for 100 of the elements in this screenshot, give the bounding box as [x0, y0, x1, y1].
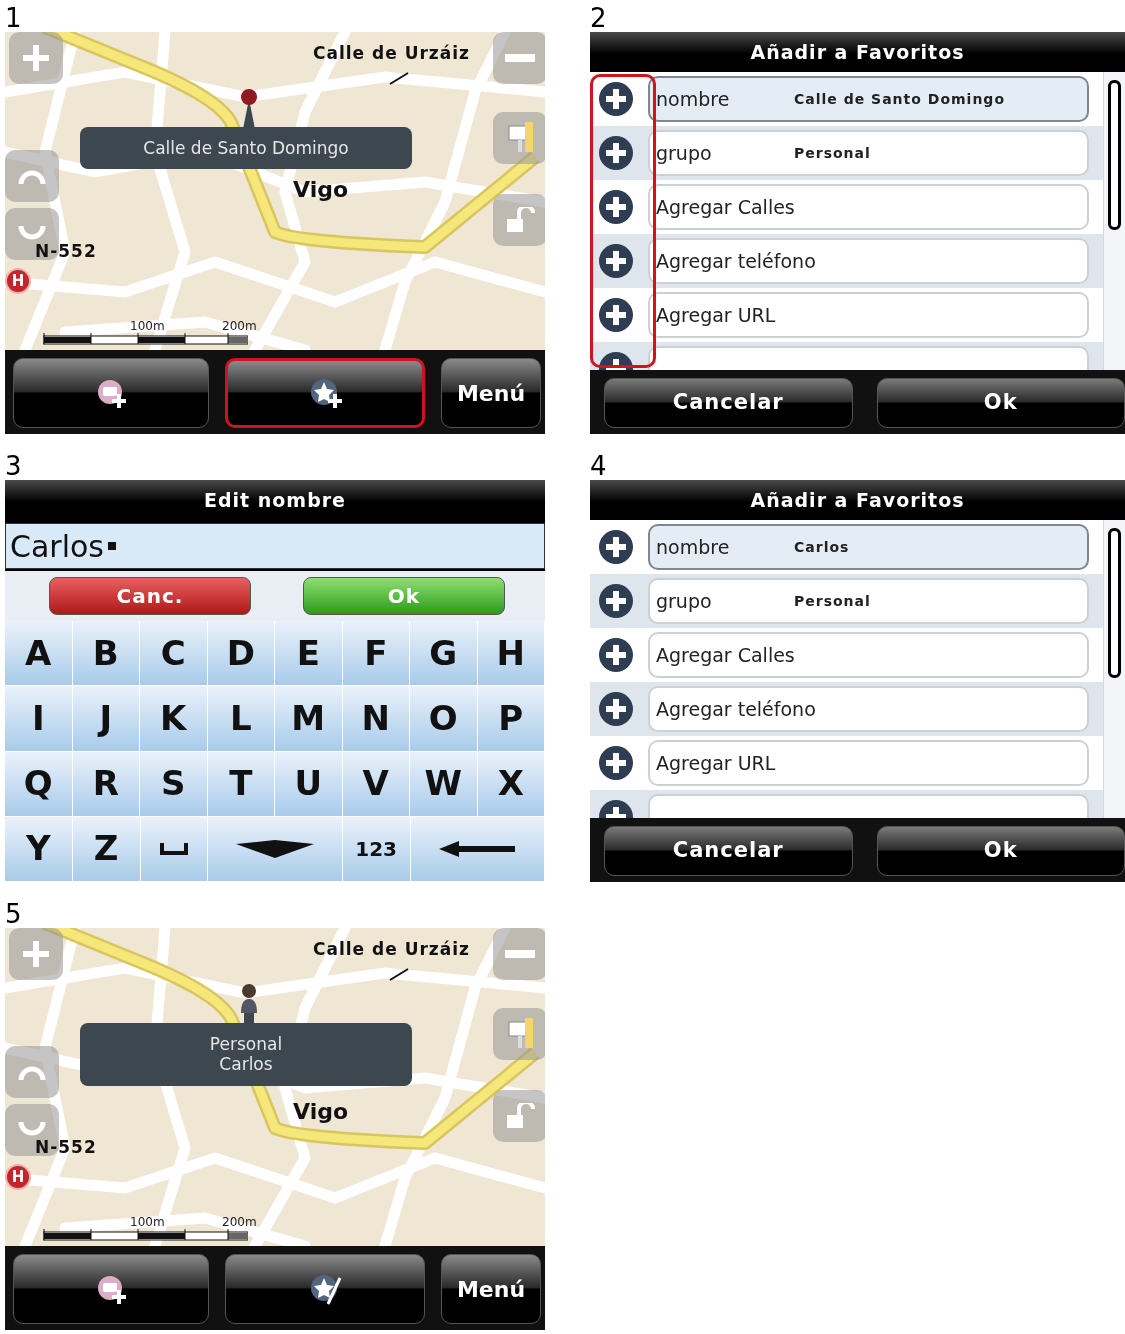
- add-poi-button[interactable]: [13, 1254, 209, 1324]
- star-slash-icon: [308, 1272, 342, 1306]
- popup-text: Carlos: [219, 1054, 273, 1075]
- add-poi-button[interactable]: [13, 358, 209, 428]
- field-value: Personal: [794, 591, 871, 611]
- key[interactable]: F: [342, 621, 410, 687]
- plus-circle-icon[interactable]: [598, 529, 634, 565]
- key[interactable]: L: [207, 686, 275, 752]
- hide-keyboard-key[interactable]: [208, 816, 343, 882]
- key[interactable]: D: [207, 621, 275, 687]
- plus-circle-icon[interactable]: [598, 135, 634, 171]
- space-key[interactable]: [140, 816, 209, 882]
- key[interactable]: O: [410, 686, 478, 752]
- scrollbar-thumb[interactable]: [1108, 528, 1121, 678]
- cancel-button[interactable]: Cancelar: [604, 378, 853, 428]
- form-field[interactable]: grupo Personal: [648, 130, 1089, 176]
- field-label: grupo: [656, 140, 713, 166]
- plus-icon: [21, 43, 51, 73]
- form-field[interactable]: Agregar Calles: [648, 184, 1089, 230]
- ok-button[interactable]: Ok: [876, 826, 1125, 876]
- scale-label: 100m: [130, 318, 165, 335]
- plus-circle-icon[interactable]: [598, 745, 634, 781]
- form-field[interactable]: Agregar teléfono: [648, 238, 1089, 284]
- street-label: Calle de Urzáiz: [313, 940, 470, 959]
- plus-circle-icon[interactable]: [598, 583, 634, 619]
- backspace-key[interactable]: [410, 816, 545, 882]
- key[interactable]: I: [5, 686, 73, 752]
- key[interactable]: Q: [5, 751, 73, 817]
- star-plus-icon: [308, 376, 342, 410]
- city-label: Vigo: [293, 1100, 349, 1125]
- form-field[interactable]: Agregar URL: [648, 740, 1089, 786]
- plus-circle-icon[interactable]: [598, 81, 634, 117]
- step-number: 4: [590, 452, 607, 480]
- key[interactable]: G: [410, 621, 478, 687]
- scale-label: 200m: [222, 318, 257, 335]
- key[interactable]: S: [140, 751, 208, 817]
- step-number: 2: [590, 4, 607, 32]
- key[interactable]: Z: [72, 816, 141, 882]
- plus-circle-icon[interactable]: [598, 243, 634, 279]
- minus-icon: [505, 54, 535, 62]
- scrollbar[interactable]: [1103, 72, 1125, 370]
- key[interactable]: R: [72, 751, 140, 817]
- key[interactable]: V: [342, 751, 410, 817]
- key[interactable]: P: [477, 686, 545, 752]
- key[interactable]: N: [342, 686, 410, 752]
- step-number: 3: [5, 452, 22, 480]
- menu-button[interactable]: Menú: [441, 358, 541, 428]
- key[interactable]: H: [477, 621, 545, 687]
- key[interactable]: E: [275, 621, 343, 687]
- form-field[interactable]: Agregar URL: [648, 292, 1089, 338]
- road-label: N-552: [35, 242, 97, 261]
- text-input-field[interactable]: Carlos: [5, 523, 545, 569]
- key[interactable]: M: [275, 686, 343, 752]
- form-field[interactable]: Agregar teléfono: [648, 686, 1089, 732]
- left-arrow-icon: [439, 840, 516, 857]
- key[interactable]: A: [5, 621, 73, 687]
- form-field[interactable]: Agregar Calles: [648, 632, 1089, 678]
- city-label: Vigo: [293, 178, 349, 203]
- down-wedge-icon: [236, 839, 314, 858]
- scale-label: 100m: [130, 1214, 165, 1231]
- key[interactable]: Y: [5, 816, 73, 882]
- field-label: Agregar URL: [656, 302, 776, 328]
- key[interactable]: B: [72, 621, 140, 687]
- field-value: Personal: [794, 143, 871, 163]
- signpost-icon: [507, 122, 533, 154]
- plus-icon: [21, 939, 51, 969]
- plus-circle-icon[interactable]: [598, 189, 634, 225]
- field-label: Agregar teléfono: [656, 248, 816, 274]
- key[interactable]: T: [207, 751, 275, 817]
- text-cursor-icon: [108, 542, 116, 550]
- minus-icon: [505, 950, 535, 958]
- cancel-button[interactable]: Canc.: [49, 577, 251, 615]
- popup-text: Calle de Santo Domingo: [143, 138, 349, 159]
- plus-circle-icon[interactable]: [598, 637, 634, 673]
- menu-button[interactable]: Menú: [441, 1254, 541, 1324]
- field-label: nombre: [656, 534, 731, 560]
- scale-label: 200m: [222, 1214, 257, 1231]
- form-field[interactable]: nombre Calle de Santo Domingo: [648, 76, 1089, 122]
- plus-circle-icon[interactable]: [598, 691, 634, 727]
- form-field[interactable]: grupo Personal: [648, 578, 1089, 624]
- plus-circle-icon[interactable]: [598, 297, 634, 333]
- favorite-button[interactable]: [225, 1254, 425, 1324]
- key[interactable]: K: [140, 686, 208, 752]
- scrollbar[interactable]: [1103, 520, 1125, 818]
- step-number: 5: [5, 900, 22, 928]
- leader-line: [389, 72, 409, 86]
- key[interactable]: U: [275, 751, 343, 817]
- cancel-button[interactable]: Cancelar: [604, 826, 853, 876]
- numbers-key[interactable]: 123: [342, 816, 411, 882]
- field-label: nombre: [656, 86, 731, 112]
- ok-button[interactable]: Ok: [876, 378, 1125, 428]
- key[interactable]: J: [72, 686, 140, 752]
- form-field[interactable]: nombre Carlos: [648, 524, 1089, 570]
- key[interactable]: W: [410, 751, 478, 817]
- favorite-button[interactable]: [225, 358, 425, 428]
- key[interactable]: C: [140, 621, 208, 687]
- scrollbar-thumb[interactable]: [1108, 80, 1121, 230]
- signpost-icon: [507, 1018, 533, 1050]
- street-label: Calle de Urzáiz: [313, 44, 470, 63]
- key[interactable]: X: [477, 751, 545, 817]
